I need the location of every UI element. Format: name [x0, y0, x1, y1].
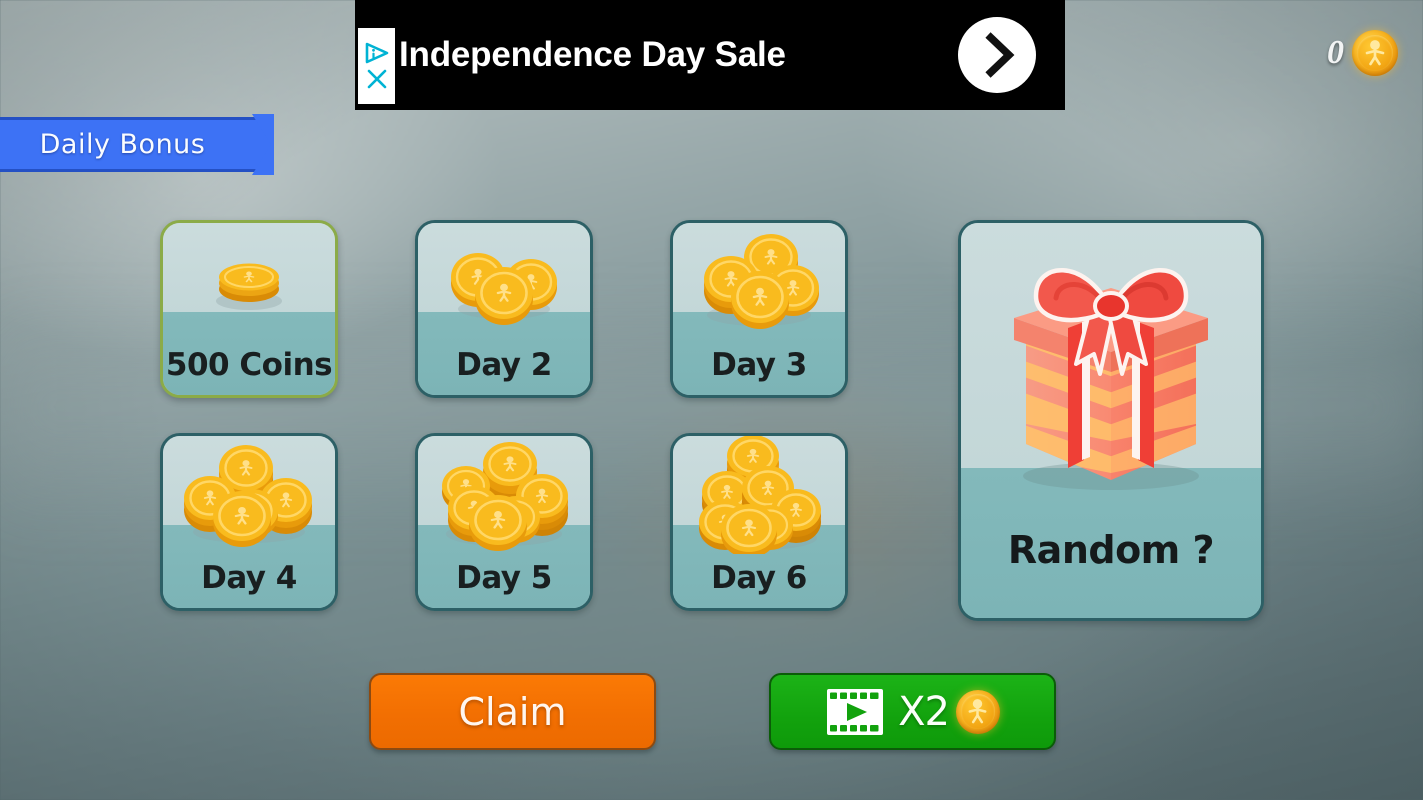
- day-card-5[interactable]: Day 5: [415, 433, 593, 611]
- day-card-6[interactable]: Day 6: [670, 433, 848, 611]
- coin-count-value: 0: [1327, 34, 1344, 71]
- daily-reward-grid: 500 Coins Day 2 Day 3 Day 4 Day 5 Day 6: [160, 220, 850, 620]
- adchoices-control[interactable]: [358, 28, 395, 104]
- ad-title: Independence Day Sale: [399, 35, 786, 74]
- coin-stack-icon: [163, 231, 335, 331]
- day-card-4[interactable]: Day 4: [160, 433, 338, 611]
- close-x-icon[interactable]: [365, 67, 389, 91]
- x2-button-label: X2: [898, 688, 950, 735]
- coin-stack-icon: [418, 441, 590, 551]
- day-card-label: Day 5: [456, 560, 552, 596]
- day-card-label: Day 3: [711, 347, 807, 383]
- random-card-label: Random ?: [1007, 528, 1215, 572]
- ad-banner[interactable]: Independence Day Sale: [355, 0, 1065, 110]
- gift-box-icon: [961, 245, 1261, 495]
- day-card-label: 500 Coins: [165, 347, 333, 383]
- day-card-label: Day 2: [456, 347, 552, 383]
- chevron-right-icon[interactable]: [958, 17, 1036, 93]
- coin-counter: 0: [1327, 30, 1398, 76]
- day-card-1[interactable]: 500 Coins: [160, 220, 338, 398]
- coin-stack-icon: [163, 444, 335, 547]
- game-screen: Independence Day Sale 0 Daily Bonus 500 …: [0, 0, 1423, 800]
- coin-stack-icon: [673, 231, 845, 331]
- ribbon-label: Daily Bonus: [39, 129, 206, 160]
- day-card-label: Day 6: [711, 560, 807, 596]
- coin-icon: [1352, 30, 1398, 76]
- x2-reward-button[interactable]: X2: [769, 673, 1056, 750]
- claim-button[interactable]: Claim: [369, 673, 656, 750]
- day-card-2[interactable]: Day 2: [415, 220, 593, 398]
- coin-stack-icon: [418, 231, 590, 331]
- video-filmstrip-icon: [825, 687, 885, 737]
- day-card-3[interactable]: Day 3: [670, 220, 848, 398]
- coin-icon: [955, 689, 1000, 734]
- day-card-label: Day 4: [201, 560, 297, 596]
- random-reward-card[interactable]: Random ?: [958, 220, 1264, 621]
- adchoices-triangle-icon[interactable]: [364, 41, 390, 65]
- daily-bonus-ribbon: Daily Bonus: [0, 114, 274, 175]
- coin-stack-icon: [673, 436, 845, 554]
- claim-button-label: Claim: [458, 689, 567, 734]
